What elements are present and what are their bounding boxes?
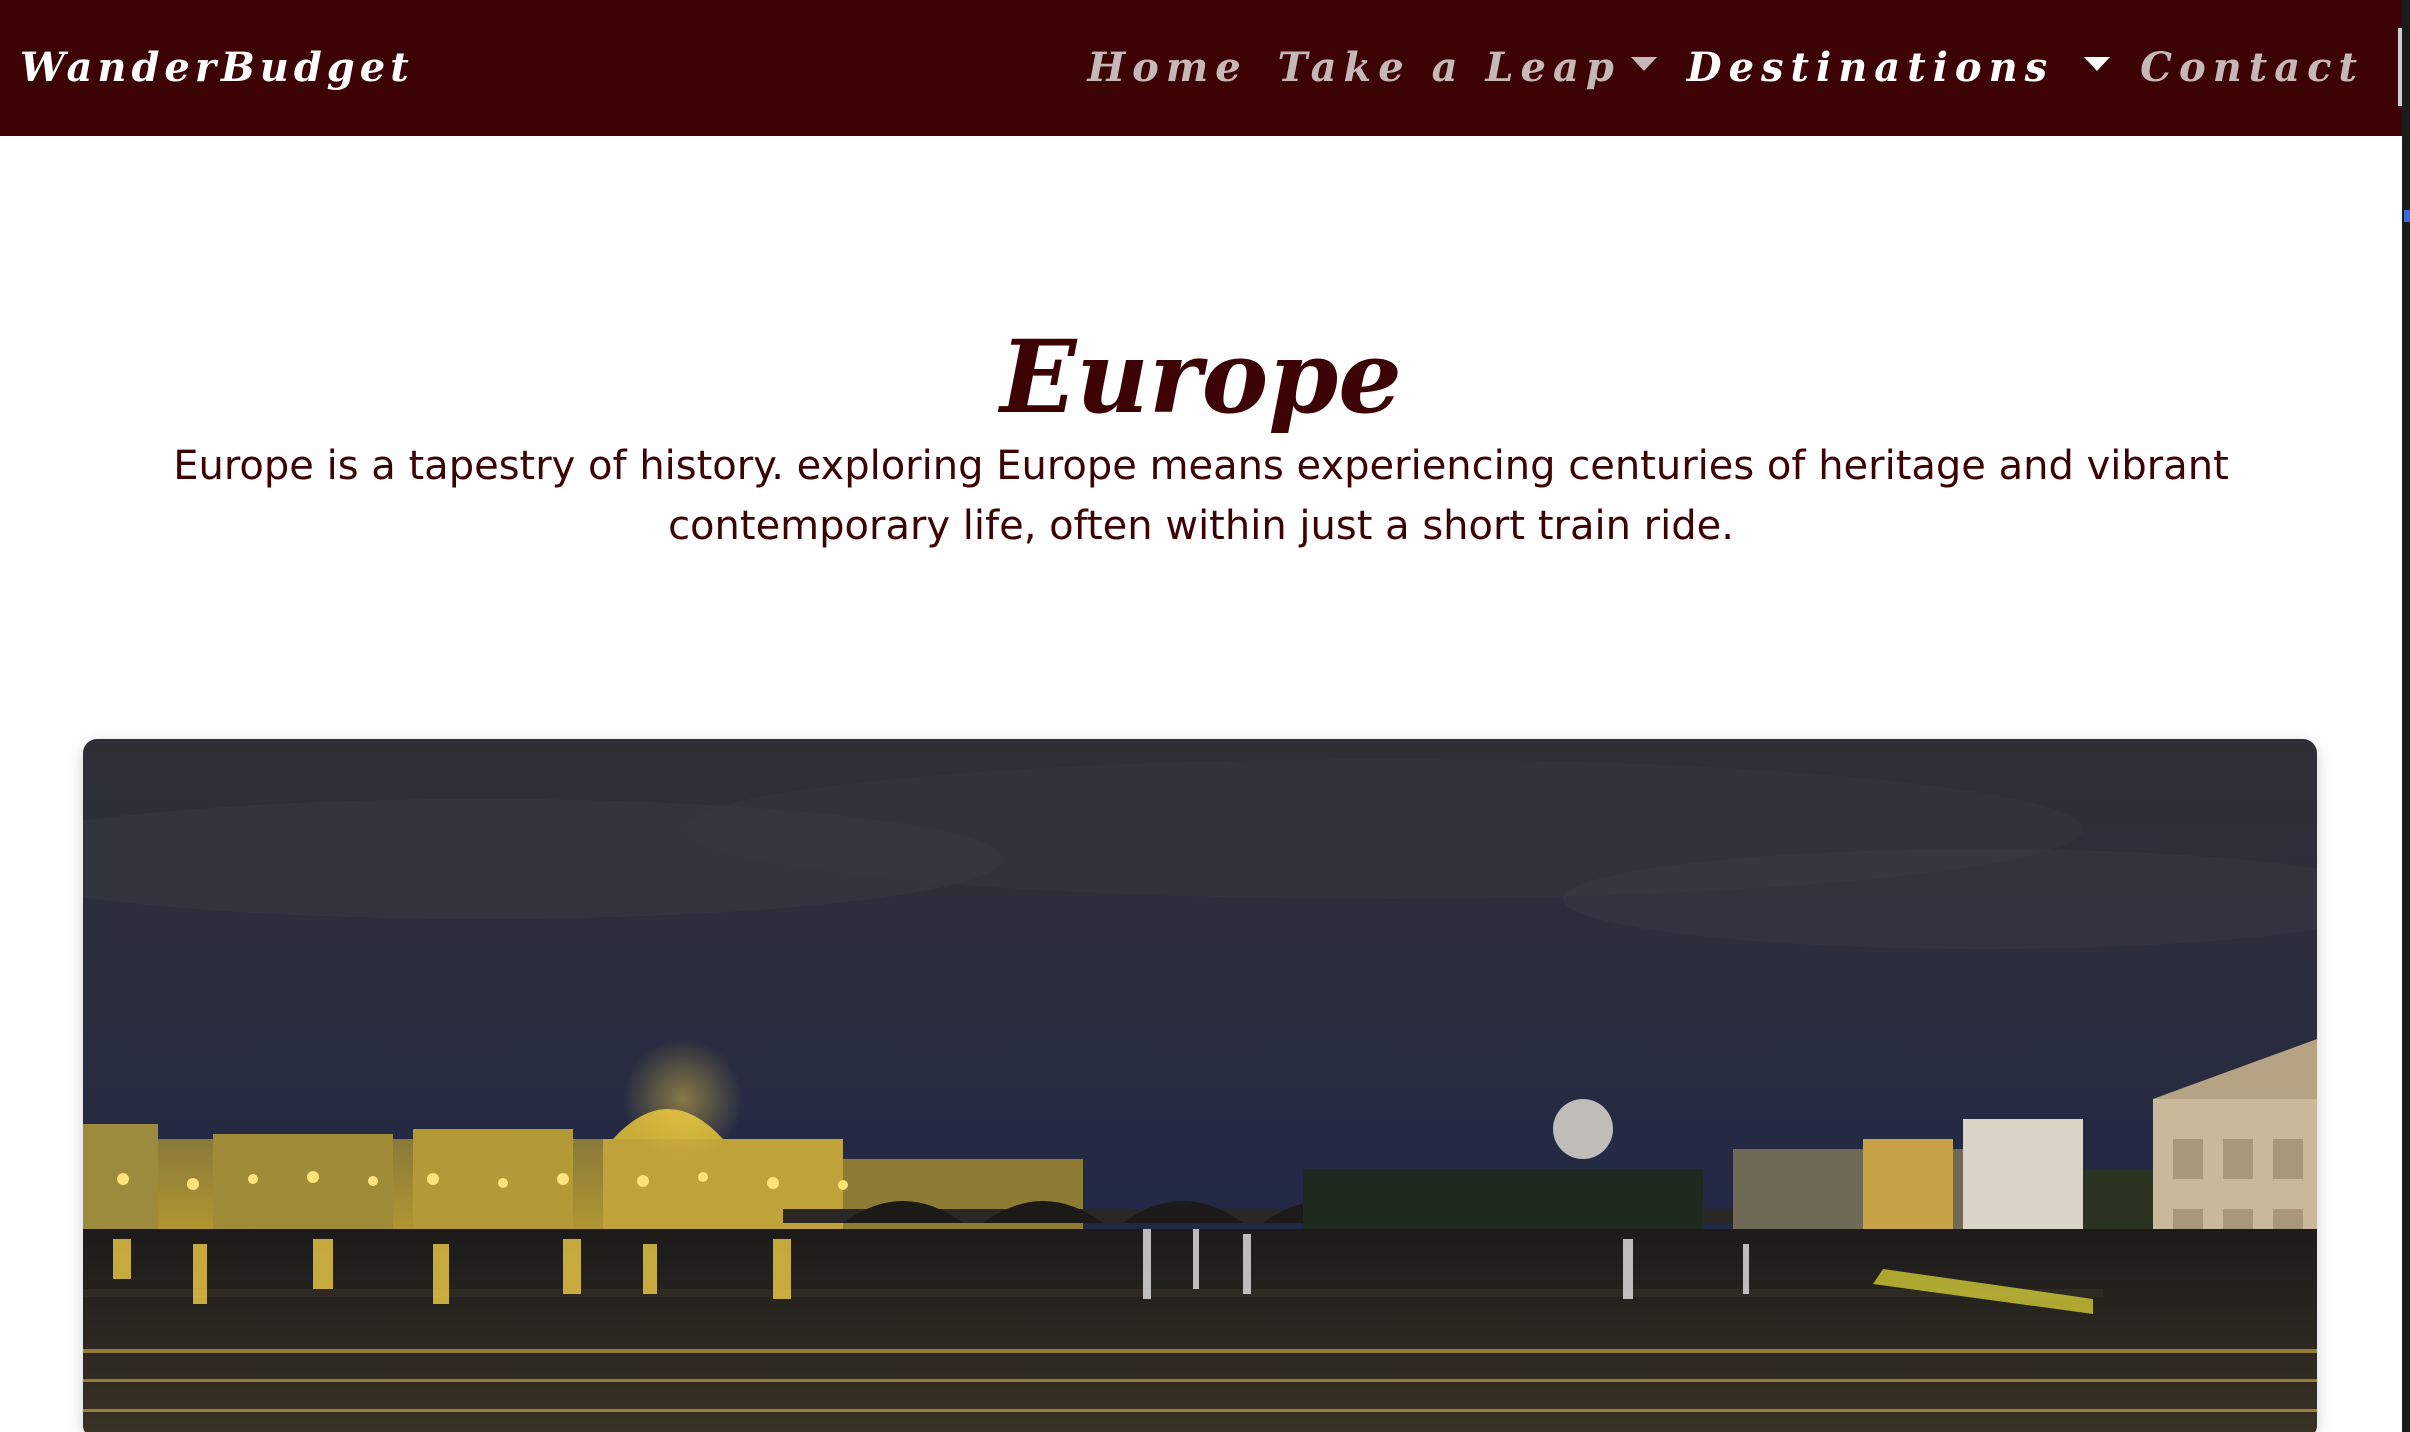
nav-item-home[interactable]: Home [1087,38,1247,98]
caret-down-icon [2084,57,2111,71]
nav-item-label: Contact [2140,44,2364,91]
nav-item-label: Destinations [1686,44,2055,91]
nav-item-destinations[interactable]: Destinations [1686,38,2111,98]
navbar: WanderBudget Home Take a Leap Destinatio… [0,0,2402,136]
window-edge [2402,0,2410,1432]
hero-image [83,739,2317,1432]
caret-down-icon [1630,57,1657,71]
page-title: Europe [1000,318,1402,436]
nav-item-contact[interactable]: Contact [2140,38,2364,98]
brand-logo[interactable]: WanderBudget [20,38,414,98]
nav-item-take-a-leap[interactable]: Take a Leap [1278,38,1657,98]
nav-item-label: Take a Leap [1277,44,1621,91]
nav-item-label: Home [1087,44,1248,91]
edge-marker [2404,210,2410,222]
nav-menu: Home Take a Leap Destinations Contact [1057,38,2364,98]
intro-paragraph: Europe is a tapestry of history. explori… [173,443,2229,549]
